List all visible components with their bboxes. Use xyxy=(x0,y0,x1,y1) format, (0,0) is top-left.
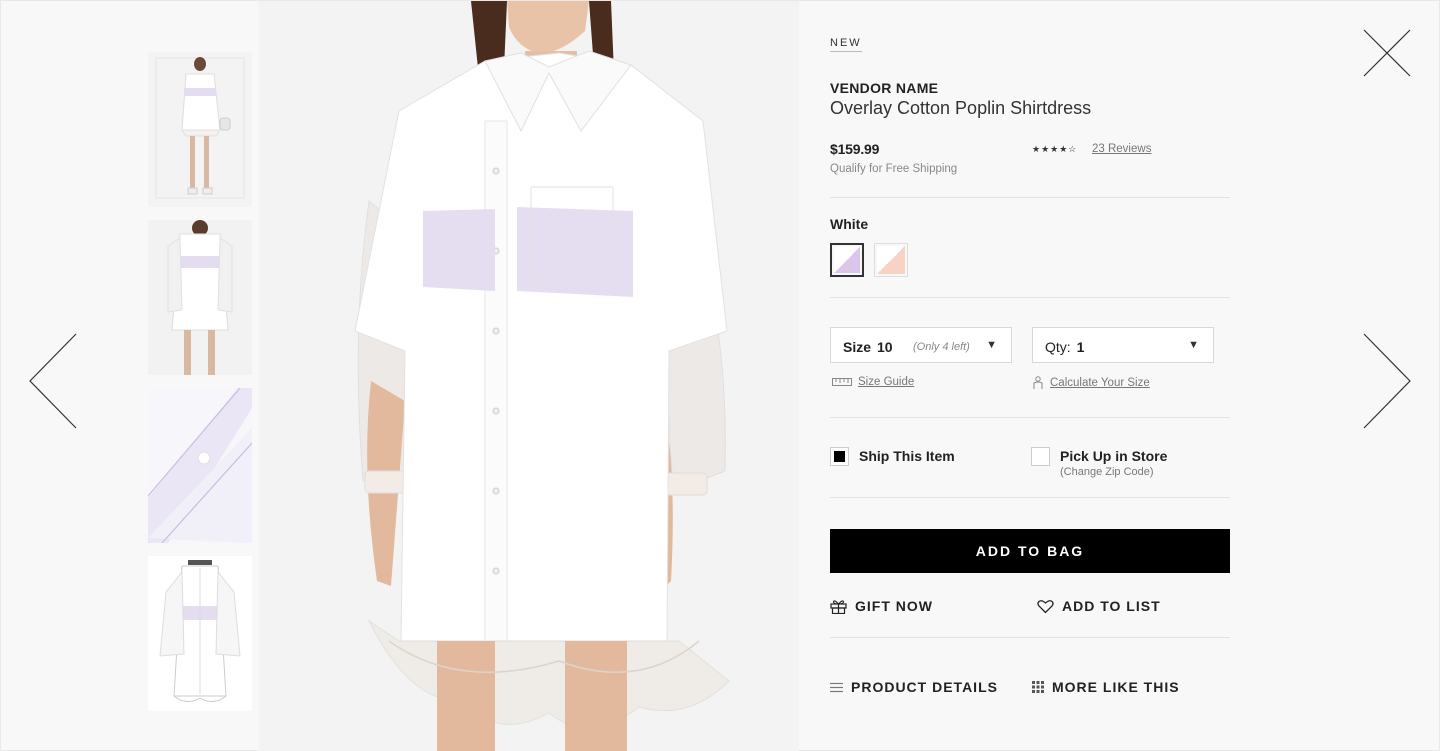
product-title: Overlay Cotton Poplin Shirtdress xyxy=(830,98,1092,118)
thumbnail-list xyxy=(148,52,252,724)
dress-front-thumbnail-image xyxy=(148,52,252,207)
quantity-select-label: Qty: 1 xyxy=(1045,339,1085,355)
main-product-image[interactable] xyxy=(259,1,799,751)
add-to-bag-button[interactable]: ADD TO BAG xyxy=(830,529,1230,573)
divider xyxy=(830,637,1230,638)
gift-now-button[interactable]: GIFT NOW xyxy=(830,598,933,614)
thumbnail-detail[interactable] xyxy=(148,388,252,543)
size-select-label: Size 10 xyxy=(843,339,893,355)
previous-product-button[interactable] xyxy=(23,331,83,431)
figure-icon xyxy=(1033,376,1043,389)
divider xyxy=(830,497,1230,498)
size-stock-note: (Only 4 left) xyxy=(913,341,970,353)
shipping-note: Qualify for Free Shipping xyxy=(830,163,958,175)
pickup-label: Pick Up in Store xyxy=(1060,448,1168,464)
size-guide-link[interactable]: Size Guide xyxy=(832,376,914,388)
swatch-fill xyxy=(877,246,905,274)
color-swatch-blush[interactable] xyxy=(874,243,908,277)
new-badge: NEW xyxy=(830,37,862,52)
thumbnail-flat[interactable] xyxy=(148,556,252,711)
divider xyxy=(830,197,1230,198)
thumbnail-back[interactable] xyxy=(148,220,252,375)
vendor-name[interactable]: VENDOR NAME xyxy=(830,80,938,96)
color-swatch-white[interactable] xyxy=(830,243,864,277)
more-like-this-label: MORE LIKE THIS xyxy=(1052,679,1180,695)
more-like-this-toggle[interactable]: MORE LIKE THIS xyxy=(1032,679,1180,695)
caret-down-icon: ▼ xyxy=(1188,339,1199,351)
product-quick-view: NEW VENDOR NAME Overlay Cotton Poplin Sh… xyxy=(0,0,1440,751)
thumbnail-front[interactable] xyxy=(148,52,252,207)
dress-back-thumbnail-image xyxy=(148,220,252,375)
divider xyxy=(830,417,1230,418)
heart-icon xyxy=(1037,599,1054,613)
close-icon xyxy=(1363,29,1411,77)
caret-down-icon: ▼ xyxy=(986,339,997,351)
ship-label: Ship This Item xyxy=(859,448,955,464)
quantity-select[interactable]: Qty: 1 ▼ xyxy=(1032,327,1214,363)
change-zip-link[interactable]: (Change Zip Code) xyxy=(1060,466,1154,478)
size-guide-label: Size Guide xyxy=(858,376,915,388)
next-product-button[interactable] xyxy=(1359,331,1419,431)
close-button[interactable] xyxy=(1361,27,1413,79)
add-to-list-label: ADD TO LIST xyxy=(1062,598,1161,614)
reviews-link[interactable]: 23 Reviews xyxy=(1092,143,1151,155)
product-details-label: PRODUCT DETAILS xyxy=(851,679,998,695)
ruler-icon xyxy=(832,378,852,386)
dress-flat-thumbnail-image xyxy=(148,556,252,711)
chevron-left-icon xyxy=(29,333,77,429)
price: $159.99 xyxy=(830,141,880,157)
calculate-size-label: Calculate Your Size xyxy=(1050,377,1150,389)
add-to-list-button[interactable]: ADD TO LIST xyxy=(1037,598,1161,614)
size-select[interactable]: Size 10 (Only 4 left) ▼ xyxy=(830,327,1012,363)
color-label: White xyxy=(830,216,869,232)
chevron-right-icon xyxy=(1363,333,1411,429)
swatch-fill xyxy=(834,247,860,273)
fabric-detail-thumbnail-image xyxy=(148,388,252,543)
shirtdress-model-image xyxy=(259,1,799,751)
ship-checkbox[interactable] xyxy=(830,447,849,466)
gift-icon xyxy=(830,599,847,614)
menu-lines-icon xyxy=(830,682,843,692)
star-rating: ★★★★☆ xyxy=(1032,144,1078,154)
grid-icon xyxy=(1032,681,1044,693)
gift-now-label: GIFT NOW xyxy=(855,598,933,614)
calculate-size-link[interactable]: Calculate Your Size xyxy=(1032,376,1150,390)
divider xyxy=(830,297,1230,298)
product-details-toggle[interactable]: PRODUCT DETAILS xyxy=(830,679,998,695)
pickup-checkbox[interactable] xyxy=(1031,447,1050,466)
